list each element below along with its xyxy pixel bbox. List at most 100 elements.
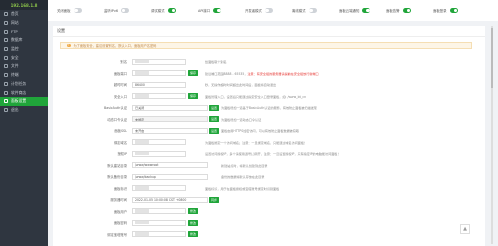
setting-row: 默认建站目录/www/wwwroot 新建站点时，将默认创建到此目录	[53, 162, 483, 169]
toggle-switch[interactable]	[73, 8, 82, 13]
setting-input[interactable]	[132, 219, 186, 226]
toggle-switch[interactable]	[308, 8, 317, 13]
sidebar-item-11[interactable]: 退出	[0, 106, 48, 115]
setting-label: 安全入口	[113, 94, 127, 99]
sidebar-item-0[interactable]: 首页	[0, 10, 48, 19]
toggle-label: 调试模式	[151, 9, 165, 13]
setting-button[interactable]: 保存	[188, 93, 199, 99]
setting-label: 绑定宝塔账号	[107, 232, 127, 237]
toggle-label: 面板登录	[433, 9, 447, 13]
toggle-switch[interactable]	[449, 8, 458, 13]
sidebar-item-6[interactable]: 文件	[0, 62, 48, 71]
sidebar-item-1[interactable]: 网站	[0, 19, 48, 28]
sidebar-item-7[interactable]: 终端	[0, 71, 48, 80]
toggle-switch[interactable]	[264, 8, 273, 13]
setting-row: 绑定域名 为面板绑定一个访问域名；注意：一旦绑定域名，只能通过域名访问面板！	[53, 139, 483, 146]
setting-input[interactable]	[132, 185, 186, 191]
folder-icon	[4, 64, 8, 69]
setting-button[interactable]: 设置	[209, 104, 220, 111]
setting-button[interactable]: 设置	[209, 116, 220, 122]
hint-text: 建议端口范围8888 - 65535，	[205, 71, 248, 76]
top-toggle-bar: 关闭面板 监听IPv6 调试模式 API接口 开发者模式 离线模式 面板云端通知 面板告警 面板…	[48, 0, 498, 21]
setting-input[interactable]	[132, 70, 186, 76]
sidebar-item-8[interactable]: 计划任务	[0, 80, 48, 89]
setting-row: 授权IP 设置访问授权IP，多个请使用逗号(,)隔开，注意：一旦设置授权IP，只有…	[53, 150, 483, 157]
sidebar-item-4[interactable]: 监控	[0, 45, 48, 54]
setting-row: 面板标识 面板标识，用于在面板授权或宝塔账号绑定时识别面板	[53, 185, 483, 192]
setting-value: 2022-01-05 10:00:08 CST +0800	[135, 197, 187, 202]
setting-hint: 面板启用HTTPS加密访问，可以有效防止面板数据被窃取	[221, 129, 299, 133]
setting-button[interactable]: 修改	[188, 219, 199, 226]
scrollbar-thumb[interactable]	[491, 28, 493, 88]
toggle-switch[interactable]	[402, 8, 411, 13]
setting-button[interactable]: 修改	[188, 208, 199, 214]
setting-input[interactable]: /www/wwwroot	[132, 162, 208, 168]
setting-input[interactable]	[132, 58, 186, 65]
setting-button[interactable]: 保存	[188, 70, 199, 76]
setting-value: 86400	[135, 82, 145, 87]
setting-hint: 面板管理入口，设置后只能通过指定安全入口登录面板，如: /www_bt_cn	[205, 94, 307, 99]
toggle-group-4: 开发者模式	[245, 8, 292, 13]
setting-input[interactable]	[132, 139, 186, 145]
home-icon	[4, 12, 8, 17]
setting-label: 超时时间	[113, 83, 127, 87]
setting-input[interactable]: 2022-01-05 10:00:08 CST +0800	[132, 196, 208, 203]
arrow-up-icon: ▲	[463, 226, 467, 232]
setting-button[interactable]: 修改	[188, 231, 199, 237]
setting-row: 面板用户 修改	[53, 208, 483, 215]
setting-button[interactable]: 同步	[209, 196, 220, 203]
sidebar-item-10[interactable]: 面板设置	[0, 96, 48, 106]
toggle-group-0: 关闭面板	[57, 8, 104, 13]
toggle-label: 监听IPv6	[104, 9, 118, 13]
setting-row: 面板端口 保存 建议端口范围8888 - 65535，注意：有安全组的服务器请提前在…	[53, 70, 483, 77]
setting-value: 未开启	[135, 129, 145, 133]
sidebar-item-9[interactable]: 软件商店	[0, 88, 48, 97]
globe-icon	[4, 21, 8, 26]
store-icon	[4, 90, 8, 95]
setting-label: 绑定域名	[113, 140, 127, 145]
scroll-top-button[interactable]: ▲	[460, 224, 470, 234]
hint-warning: 注意：有安全组的服务器请提前在安全组放行新端口	[247, 71, 319, 76]
toggle-switch[interactable]	[121, 8, 129, 13]
shield-icon	[4, 55, 8, 60]
toggle-group-6: 面板云端通知	[339, 8, 386, 13]
setting-row: 服务器时间 2022-01-05 10:00:08 CST +0800 同步	[53, 196, 483, 203]
setting-row: BasicAuth认证 已关闭 设置 为面板增加一道基于BasicAuth认证的服务，…	[53, 104, 483, 111]
setting-input[interactable]	[132, 93, 186, 99]
sidebar-item-label: 首页	[11, 11, 19, 17]
setting-hint: 为面板绑定一个访问域名；注意：一旦绑定域名，只能通过域名访问面板！	[205, 140, 308, 145]
setting-label: 面板密码	[113, 221, 127, 225]
setting-input[interactable]: 未开启	[132, 127, 208, 134]
sidebar-item-2[interactable]: FTP	[0, 27, 48, 36]
setting-input[interactable]	[132, 150, 186, 157]
toggle-switch[interactable]	[213, 8, 222, 13]
setting-input[interactable]	[132, 208, 186, 214]
toggle-switch[interactable]	[167, 8, 176, 13]
sidebar-nav: 首页网站 FTP 数据库监控 安全 文件终端 计划任务软件商店 面板设置 退出	[0, 10, 48, 114]
setting-input[interactable]: /www/backup	[132, 173, 208, 180]
setting-label: 面板端口	[113, 71, 127, 76]
setting-input[interactable]	[132, 231, 186, 237]
setting-input[interactable]: 86400	[132, 81, 186, 88]
sidebar-item-label: 数据库	[11, 37, 23, 43]
setting-row: 别名 给面板取个别名	[53, 58, 483, 65]
setting-label: 默认建站目录	[107, 163, 127, 168]
setting-hint: 新建站点时，将默认创建到此目录	[221, 163, 268, 168]
setting-row: 面板SSL 未开启 设置 面板启用HTTPS加密访问，可以有效防止面板数据被窃取	[53, 127, 483, 134]
toggle-group-3: API接口	[198, 8, 245, 13]
sidebar-item-label: 文件	[11, 63, 19, 69]
setting-input[interactable]: 已关闭	[132, 104, 208, 111]
sidebar-item-3[interactable]: 数据库	[0, 36, 48, 45]
toggle-group-8: 面板登录	[433, 8, 463, 13]
terminal-icon	[4, 73, 8, 78]
setting-label: 面板SSL	[114, 129, 127, 133]
toggle-switch[interactable]	[362, 8, 371, 13]
sidebar-item-label: 计划任务	[11, 80, 27, 86]
setting-input[interactable]: 未绑定	[132, 116, 208, 122]
sidebar-item-label: FTP	[11, 29, 18, 35]
setting-value: 未绑定	[135, 117, 145, 122]
setting-button[interactable]: 设置	[209, 127, 220, 134]
sidebar-item-5[interactable]: 安全	[0, 53, 48, 62]
toggle-label: 面板告警	[386, 9, 400, 13]
setting-label: 面板用户	[113, 209, 127, 214]
